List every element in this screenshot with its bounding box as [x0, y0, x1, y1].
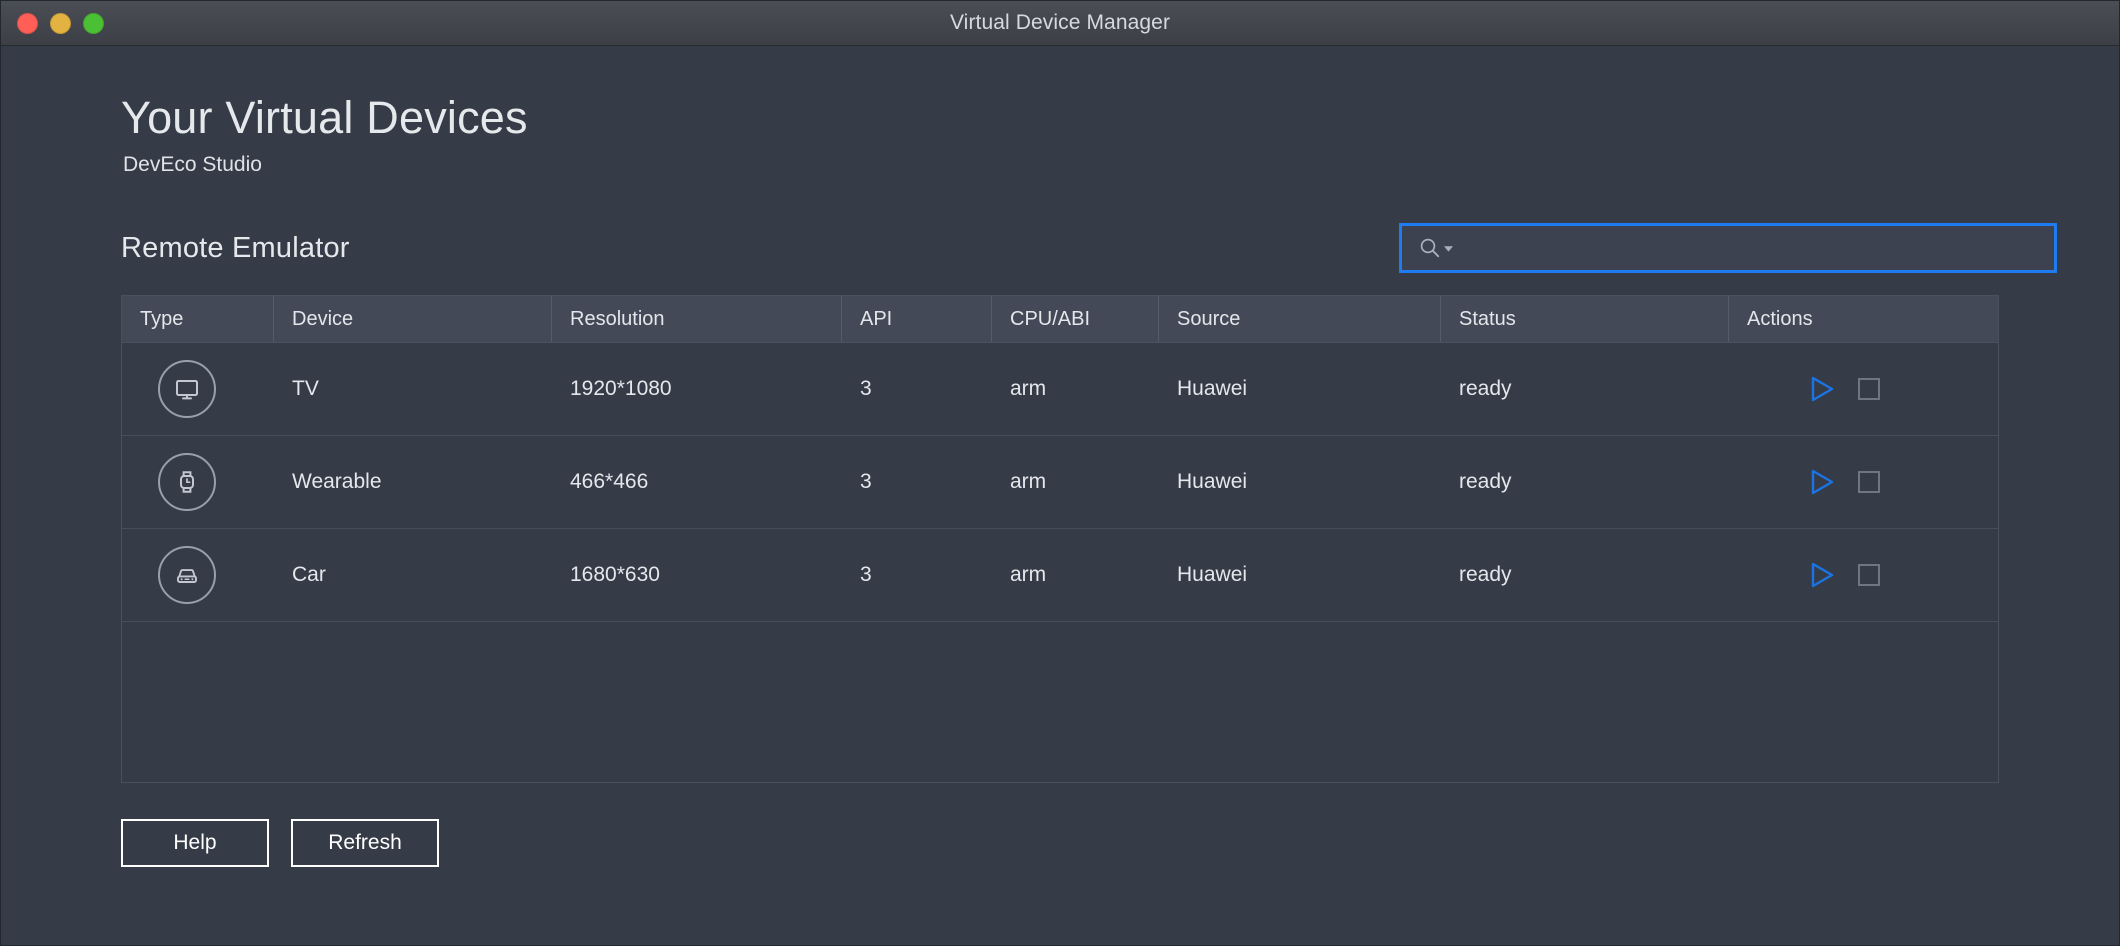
search-icon[interactable] — [1419, 237, 1454, 259]
status-cell: ready — [1459, 377, 1512, 401]
table-row[interactable]: Car 1680*630 3 arm Huawei ready — [122, 529, 1998, 623]
section-title-remote-emulator: Remote Emulator — [121, 231, 350, 264]
resolution-cell: 1920*1080 — [570, 377, 672, 401]
device-name-cell: TV — [292, 377, 319, 401]
column-header-type[interactable]: Type — [122, 296, 274, 343]
actions-cell — [1729, 343, 1998, 435]
table-header-row: Type Device Resolution API CPU/ABI Sourc… — [122, 296, 1998, 344]
device-name-cell: Car — [292, 563, 326, 587]
column-header-actions[interactable]: Actions — [1729, 296, 1998, 342]
table-row[interactable]: TV 1920*1080 3 arm Huawei ready — [122, 343, 1998, 437]
device-type-cell — [122, 343, 274, 435]
device-type-cell — [122, 529, 274, 621]
device-type-cell — [122, 436, 274, 528]
traffic-lights — [1, 12, 104, 34]
minimize-window-button[interactable] — [50, 12, 71, 34]
table-empty-area — [122, 622, 1998, 782]
close-window-button[interactable] — [17, 12, 38, 34]
cpu-abi-cell: arm — [1010, 470, 1047, 494]
play-icon[interactable] — [1809, 375, 1835, 403]
window-title: Virtual Device Manager — [949, 11, 1171, 34]
stop-icon[interactable] — [1857, 377, 1881, 401]
source-cell: Huawei — [1177, 377, 1248, 401]
resolution-cell: 466*466 — [570, 470, 649, 494]
column-header-resolution[interactable]: Resolution — [552, 296, 842, 343]
source-cell: Huawei — [1177, 470, 1248, 494]
section-header-row: Remote Emulator — [121, 223, 2057, 274]
column-header-status[interactable]: Status — [1441, 296, 1729, 343]
cpu-abi-cell: arm — [1010, 563, 1047, 587]
stop-icon[interactable] — [1857, 563, 1881, 587]
status-cell: ready — [1459, 563, 1512, 587]
virtual-device-manager-window: Virtual Device Manager Your Virtual Devi… — [0, 0, 2120, 946]
help-button[interactable]: Help — [121, 819, 269, 868]
car-icon — [158, 546, 216, 605]
api-cell: 3 — [860, 377, 872, 401]
table-row[interactable]: Wearable 466*466 3 arm Huawei ready — [122, 436, 1998, 530]
column-header-source[interactable]: Source — [1159, 296, 1441, 343]
play-icon[interactable] — [1809, 561, 1835, 589]
caret-down-icon — [1444, 246, 1453, 252]
column-header-api[interactable]: API — [842, 296, 992, 343]
page-subtitle: DevEco Studio — [123, 153, 262, 177]
status-cell: ready — [1459, 470, 1512, 494]
window-titlebar: Virtual Device Manager — [1, 1, 2119, 46]
play-icon[interactable] — [1809, 468, 1835, 496]
actions-cell — [1729, 529, 1998, 621]
column-header-device[interactable]: Device — [274, 296, 552, 343]
maximize-window-button[interactable] — [83, 12, 104, 34]
search-box[interactable] — [1399, 223, 2057, 274]
watch-icon — [158, 453, 216, 512]
footer-buttons: Help Refresh — [121, 819, 2057, 868]
search-input[interactable] — [1454, 226, 2044, 271]
devices-table: Type Device Resolution API CPU/ABI Sourc… — [121, 295, 1999, 784]
stop-icon[interactable] — [1857, 470, 1881, 494]
actions-cell — [1729, 436, 1998, 528]
page-title: Your Virtual Devices — [121, 92, 528, 143]
column-header-cpu-abi[interactable]: CPU/ABI — [992, 296, 1159, 343]
cpu-abi-cell: arm — [1010, 377, 1047, 401]
resolution-cell: 1680*630 — [570, 563, 660, 587]
device-name-cell: Wearable — [292, 470, 382, 494]
source-cell: Huawei — [1177, 563, 1248, 587]
tv-monitor-icon — [158, 360, 216, 419]
api-cell: 3 — [860, 563, 872, 587]
window-content: Your Virtual Devices DevEco Studio Remot… — [1, 46, 2119, 945]
api-cell: 3 — [860, 470, 872, 494]
refresh-button[interactable]: Refresh — [291, 819, 439, 868]
